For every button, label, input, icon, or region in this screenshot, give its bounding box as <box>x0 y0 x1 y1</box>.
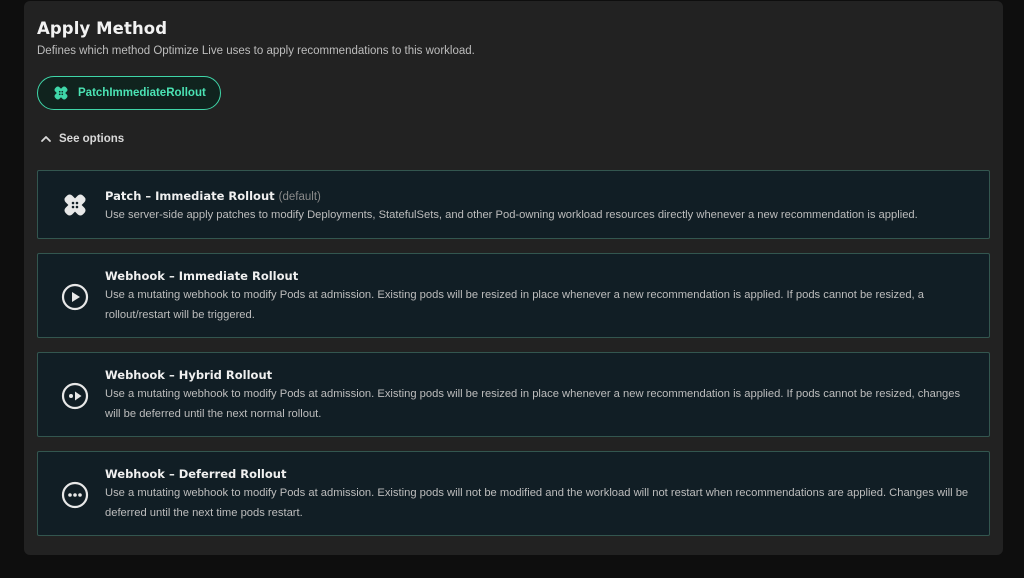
section-title: Apply Method <box>37 19 168 38</box>
option-title: Webhook – Immediate Rollout <box>105 269 298 283</box>
play-circle-icon <box>61 283 89 311</box>
play-dot-circle-icon <box>61 382 89 410</box>
option-name: Webhook – Immediate Rollout <box>105 269 299 283</box>
option-webhook-deferred-rollout[interactable]: Webhook – Deferred Rollout Use a mutatin… <box>37 451 990 536</box>
apply-method-panel: Apply Method Defines which method Optimi… <box>24 1 1003 555</box>
option-webhook-hybrid-rollout[interactable]: Webhook – Hybrid Rollout Use a mutating … <box>37 352 990 437</box>
patch-icon <box>54 86 68 100</box>
option-name: Webhook – Hybrid Rollout <box>105 368 273 382</box>
option-name: Webhook – Deferred Rollout <box>105 467 287 481</box>
option-title: Webhook – Deferred Rollout <box>105 467 286 481</box>
see-options-label: See options <box>59 133 125 145</box>
option-webhook-immediate-rollout[interactable]: Webhook – Immediate Rollout Use a mutati… <box>37 253 990 338</box>
option-description: Use server-side apply patches to modify … <box>105 209 918 221</box>
default-tag: (default) <box>278 191 321 203</box>
selected-method-label: PatchImmediateRollout <box>78 87 206 99</box>
option-description: Use a mutating webhook to modify Pods at… <box>105 487 969 519</box>
option-name: Patch – Immediate Rollout <box>105 189 275 203</box>
option-title: Webhook – Hybrid Rollout <box>105 368 272 382</box>
option-description: Use a mutating webhook to modify Pods at… <box>105 388 961 420</box>
chevron-up-icon <box>41 136 51 142</box>
ellipsis-circle-icon <box>61 481 89 509</box>
option-patch-immediate-rollout[interactable]: Patch – Immediate Rollout (default) Use … <box>37 170 990 239</box>
selected-method-button[interactable]: PatchImmediateRollout <box>37 76 221 110</box>
option-title: Patch – Immediate Rollout (default) <box>105 189 321 203</box>
section-description: Defines which method Optimize Live uses … <box>37 45 475 57</box>
option-description: Use a mutating webhook to modify Pods at… <box>105 289 924 321</box>
patch-icon <box>64 194 86 216</box>
see-options-toggle[interactable]: See options <box>40 133 124 145</box>
